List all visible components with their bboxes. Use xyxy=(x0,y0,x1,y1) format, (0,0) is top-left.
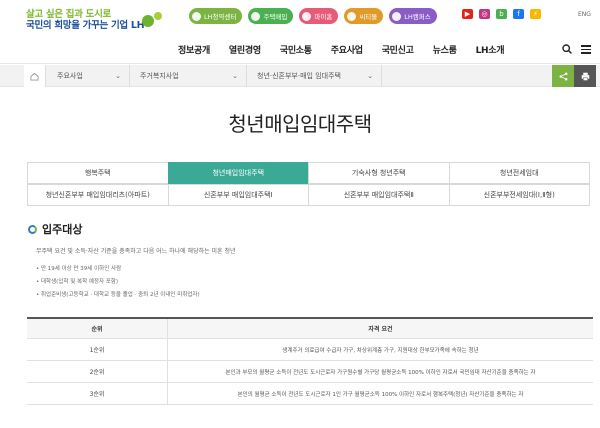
facebook-icon[interactable]: f xyxy=(513,9,524,19)
quick-link-housing-purchase[interactable]: 주택매입 xyxy=(248,8,294,24)
campus-icon xyxy=(392,11,402,21)
top-bar: 살고 싶은 집과 도시로 국민의 희망을 가꾸는 기업 LH LH청약센터 주택… xyxy=(0,0,600,34)
tab-youth-newlywed-reits[interactable]: 청년신혼부부 매입임대리츠(아파트) xyxy=(27,184,169,206)
list-item: 만 19세 이상 만 39세 이하인 사람 xyxy=(36,264,121,272)
quick-link-label: LH청약센터 xyxy=(204,13,237,21)
home-icon[interactable] xyxy=(24,65,46,87)
quick-links: LH청약센터 주택매입 마이홈 씨티몰 LH캠퍼스 xyxy=(189,8,437,24)
quick-link-label: LH캠퍼스 xyxy=(404,13,431,21)
section-description: 무주택 요건 및 소득·자산 기준을 충족하고 다음 어느 하나에 해당하는 미… xyxy=(36,248,236,255)
section-bullet-icon xyxy=(28,224,37,234)
gnb-item-about-lh[interactable]: LH소개 xyxy=(476,43,505,56)
youtube-icon[interactable]: ▶ xyxy=(462,9,473,19)
apply-center-icon xyxy=(192,11,201,21)
table-cell-rank: 2순위 xyxy=(27,361,168,382)
table-row: 1순위 생계주거 의료급여 수급자 가구, 차상위계층 가구, 지원대상 한부모… xyxy=(27,339,593,361)
table-cell-requirement: 본인의 월평균 소득이 전년도 도시근로자 1인 가구 월평균소득 100% 이… xyxy=(237,391,524,398)
table-row: 2순위 본인과 부모의 월평균 소득이 전년도 도시근로자 가구원수별 가구당 … xyxy=(27,361,593,383)
language-toggle[interactable]: ENG xyxy=(578,11,591,18)
home-icon xyxy=(302,11,312,21)
table-header-rank: 순위 xyxy=(27,319,168,338)
gnb-item-newsroom[interactable]: 뉴스룸 xyxy=(433,43,457,56)
blog-icon[interactable]: b xyxy=(496,9,507,19)
tab-youth-purchase-rental[interactable]: 청년매입임대주택 xyxy=(167,162,309,184)
gnb-item-report[interactable]: 국민신고 xyxy=(382,43,414,56)
table-row: 3순위 본인의 월평균 소득이 전년도 도시근로자 1인 가구 월평균소득 10… xyxy=(27,383,593,405)
quick-link-myhome[interactable]: 마이홈 xyxy=(299,8,339,24)
breadcrumb-level2-label: 주거복지사업 xyxy=(140,72,179,80)
breadcrumb: 주요사업 ⌄ 주거복지사업 ⌄ 청년·신혼부부·매입 임대주택 ⌄ xyxy=(0,65,600,87)
list-item: 대학생(입학 및 복학 예정자 포함) xyxy=(36,277,118,285)
quick-link-lh-campus[interactable]: LH캠퍼스 xyxy=(389,8,437,24)
tab-newlywed-purchase-2[interactable]: 신혼부부 매입임대주택Ⅱ xyxy=(308,184,450,206)
quick-link-label: 씨티몰 xyxy=(359,13,378,21)
chevron-down-icon: ⌄ xyxy=(367,72,373,80)
breadcrumb-level3-label: 청년·신혼부부·매입 임대주택 xyxy=(257,72,341,80)
instagram-icon[interactable]: ◎ xyxy=(479,9,490,19)
gnb-menu: 정보공개 열린경영 국민소통 주요사업 국민신고 뉴스룸 LH소개 xyxy=(178,43,523,56)
quick-link-label: 마이홈 xyxy=(314,13,333,21)
quick-link-city-mall[interactable]: 씨티몰 xyxy=(344,8,384,24)
tab-youth-jeonse-rental[interactable]: 청년전세임대 xyxy=(448,162,590,184)
table-cell-rank: 1순위 xyxy=(27,339,168,360)
tab-newlywed-jeonse[interactable]: 신혼부부전세임대(Ⅰ,Ⅱ형) xyxy=(448,184,590,206)
breadcrumb-level1[interactable]: 주요사업 ⌄ xyxy=(47,65,130,87)
tab-dormitory-youth-housing[interactable]: 기숙사형 청년주택 xyxy=(308,162,450,184)
print-icon xyxy=(581,72,589,81)
quick-link-label: 주택매입 xyxy=(263,13,288,21)
menu-icon[interactable] xyxy=(581,45,591,54)
housing-tabs: 행복주택 청년매입임대주택 기숙사형 청년주택 청년전세임대 청년신혼부부 매입… xyxy=(27,162,593,206)
chevron-down-icon: ⌄ xyxy=(115,72,121,80)
lh-tube-icon[interactable]: ⚡ xyxy=(530,9,541,19)
print-button[interactable] xyxy=(574,65,596,87)
search-icon[interactable] xyxy=(562,44,572,54)
mall-icon xyxy=(347,11,357,21)
share-icon xyxy=(559,72,567,80)
list-item: 취업준비생(고등학교 · 대학교 등을 졸업 · 중퇴 2년 이내인 미취업자) xyxy=(36,290,200,298)
logo-dots-icon xyxy=(142,12,166,28)
table-header-requirement: 자격 요건 xyxy=(368,326,393,333)
main-navigation: 정보공개 열린경영 국민소통 주요사업 국민신고 뉴스룸 LH소개 xyxy=(0,34,600,64)
page-title: 청년매입임대주택 xyxy=(228,112,372,136)
tab-newlywed-purchase-1[interactable]: 신혼부부 매입임대주택Ⅰ xyxy=(167,184,309,206)
sns-links: ▶ ◎ b f ⚡ xyxy=(462,9,541,19)
chevron-down-icon: ⌄ xyxy=(232,72,238,80)
section-title: 입주대상 xyxy=(28,221,82,237)
quick-link-apply-center[interactable]: LH청약센터 xyxy=(189,8,243,24)
gnb-item-communication[interactable]: 국민소통 xyxy=(280,43,312,56)
breadcrumb-level2[interactable]: 주거복지사업 ⌄ xyxy=(130,65,247,87)
share-button[interactable] xyxy=(552,65,574,87)
table-cell-rank: 3순위 xyxy=(27,383,168,404)
breadcrumb-level3[interactable]: 청년·신혼부부·매입 임대주택 ⌄ xyxy=(247,65,382,87)
gnb-item-main-business[interactable]: 주요사업 xyxy=(331,43,363,56)
eligibility-table: 순위 자격 요건 1순위 생계주거 의료급여 수급자 가구, 차상위계층 가구,… xyxy=(27,317,593,405)
breadcrumb-level1-label: 주요사업 xyxy=(57,72,83,80)
tab-happy-housing[interactable]: 행복주택 xyxy=(27,162,169,184)
house-icon xyxy=(251,11,261,21)
table-cell-requirement: 본인과 부모의 월평균 소득이 전년도 도시근로자 가구원수별 가구당 월평균소… xyxy=(225,369,536,376)
table-header-row: 순위 자격 요건 xyxy=(27,319,593,339)
table-cell-requirement: 생계주거 의료급여 수급자 가구, 차상위계층 가구, 지원대상 한부모가족에 … xyxy=(282,347,479,354)
section-title-text: 입주대상 xyxy=(42,223,83,236)
gnb-item-info-disclosure[interactable]: 정보공개 xyxy=(178,43,210,56)
gnb-item-open-management[interactable]: 열린경영 xyxy=(229,43,261,56)
